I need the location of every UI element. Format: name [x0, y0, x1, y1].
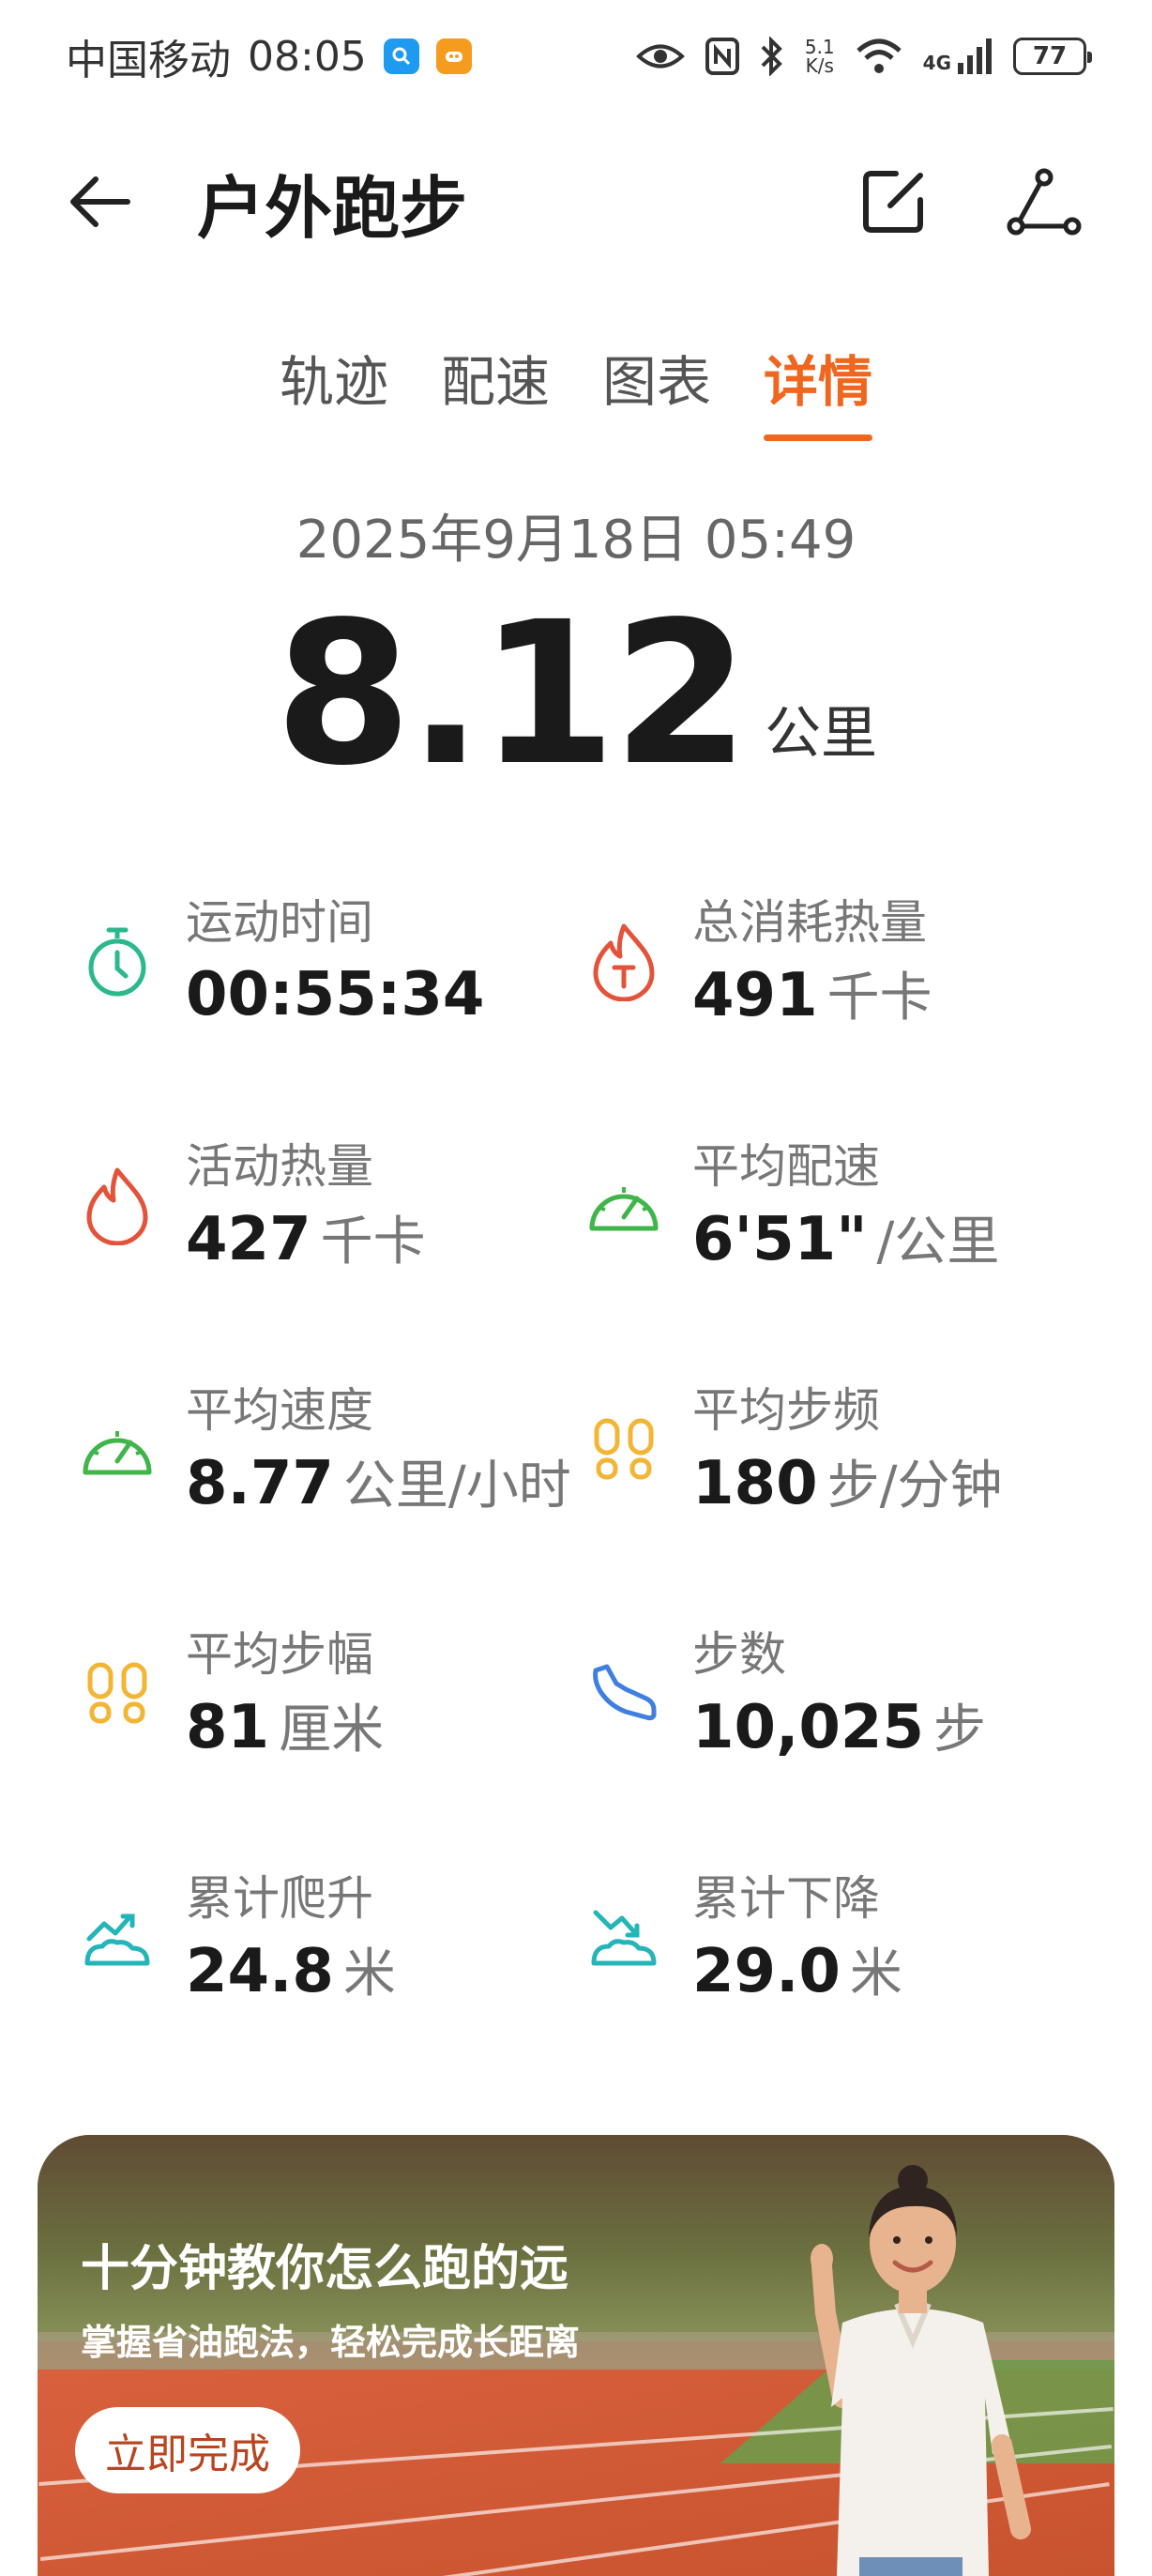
cellular-signal: 4G [923, 38, 993, 74]
header-actions [852, 160, 1086, 244]
descent-icon [572, 1886, 675, 1989]
stat-value: 180 [692, 1448, 818, 1518]
speedometer-icon [66, 1398, 169, 1501]
stat-unit: 公里/小时 [342, 1455, 571, 1517]
share-button[interactable] [1002, 160, 1086, 244]
stat-label: 累计下降 [692, 1870, 880, 1926]
shoe-icon [572, 1642, 675, 1745]
distance-summary: 8.12 公里 [0, 579, 1152, 809]
stat-label: 累计爬升 [186, 1870, 373, 1926]
wifi-icon [856, 38, 902, 73]
stat-value: 24.8 [186, 1936, 334, 2006]
network-speed: 5.1 K/s [805, 38, 835, 75]
signal-icon [958, 38, 992, 74]
stat-label: 运动时间 [186, 895, 373, 950]
tab-details[interactable]: 详情 [764, 338, 873, 441]
banner-cta-button[interactable]: 立即完成 [75, 2407, 300, 2493]
stat-unit: 步 [932, 1699, 986, 1761]
climb-icon [66, 1886, 169, 1989]
tab-track[interactable]: 轨迹 [280, 338, 388, 441]
stat-average-cadence: 平均步频 180 步/分钟 [572, 1370, 1098, 1530]
stat-average-pace: 平均配速 6'51"/公里 [572, 1126, 1098, 1286]
status-bar-right: 5.1 K/s 4G 77 [635, 37, 1092, 76]
edit-icon [863, 171, 923, 233]
banner-title: 十分钟教你怎么跑的远 [81, 2241, 569, 2297]
stat-label: 平均速度 [186, 1382, 373, 1438]
game-app-icon [435, 38, 472, 74]
stat-value: 8.77 [186, 1448, 334, 1518]
tab-pace[interactable]: 配速 [441, 338, 550, 441]
network-speed-value: 5.1 [804, 36, 835, 58]
stat-label: 平均步频 [692, 1382, 880, 1438]
tab-bar: 轨迹 配速 图表 详情 [0, 338, 1152, 441]
speedometer-icon [572, 1154, 675, 1258]
tab-charts[interactable]: 图表 [602, 338, 711, 441]
share-icon [1007, 168, 1082, 236]
eye-icon [635, 44, 685, 69]
footprints-icon [66, 1642, 169, 1745]
stat-value: 427 [186, 1204, 311, 1274]
stat-unit: 米 [849, 1943, 902, 2004]
stat-value: 6'51" [692, 1204, 868, 1274]
page-title: 户外跑步 [197, 168, 468, 248]
network-type: 4G [922, 52, 951, 74]
workout-datetime: 2025年9月18日 05:49 [296, 510, 856, 571]
stat-total-descent: 累计下降 29.0 米 [572, 1858, 1098, 2018]
flame-icon [66, 1154, 169, 1258]
battery-indicator: 77 [1013, 38, 1092, 75]
edit-button[interactable] [852, 160, 936, 244]
stat-label: 总消耗热量 [692, 894, 927, 950]
app-header: 户外跑步 [0, 141, 1152, 263]
distance-unit: 公里 [765, 701, 878, 767]
stat-unit: 米 [342, 1943, 396, 2004]
nfc-icon [705, 38, 739, 75]
search-app-icon [383, 38, 419, 74]
stat-total-calories: 总消耗热量 491 千卡 [572, 882, 1098, 1042]
stat-value: 81 [186, 1692, 270, 1762]
stat-steps: 步数 10,025 步 [572, 1614, 1098, 1774]
stat-average-stride: 平均步幅 81 厘米 [66, 1614, 572, 1774]
carrier-name: 中国移动 [66, 37, 231, 84]
stats-grid: 运动时间 00:55:34 总消耗热量 491 千卡 活动热量 427 千卡 平均配… [66, 882, 1098, 2018]
runner-illustration [811, 2165, 1031, 2576]
footprints-icon [572, 1398, 675, 1501]
stat-label: 平均步幅 [186, 1626, 373, 1682]
stat-value: 491 [692, 960, 818, 1030]
stat-unit: 步/分钟 [826, 1455, 1003, 1517]
stat-value: 10,025 [692, 1692, 924, 1762]
stat-unit: 千卡 [320, 1211, 426, 1273]
promo-banner[interactable]: 十分钟教你怎么跑的远 掌握省油跑法，轻松完成长距离 立即完成 [38, 2135, 1114, 2576]
battery-level: 77 [1032, 42, 1068, 70]
stat-unit: 千卡 [826, 967, 932, 1029]
network-speed-unit: K/s [805, 54, 834, 77]
bluetooth-icon [761, 37, 782, 76]
stat-label: 活动热量 [186, 1138, 373, 1194]
stat-value: 29.0 [692, 1936, 841, 2006]
stat-label: 步数 [692, 1626, 786, 1682]
stopwatch-icon [66, 910, 169, 1014]
stat-average-speed: 平均速度 8.77 公里/小时 [66, 1370, 572, 1530]
status-bar: 中国移动 08:05 5.1 K/s 4G 77 [0, 0, 1152, 113]
stat-workout-time: 运动时间 00:55:34 [66, 882, 572, 1042]
stat-unit: 厘米 [279, 1699, 385, 1761]
stat-total-climb: 累计爬升 24.8 米 [66, 1858, 572, 2018]
stat-value: 00:55:34 [186, 960, 485, 1029]
distance-value: 8.12 [274, 579, 750, 809]
stat-label: 平均配速 [692, 1138, 880, 1194]
clock: 08:05 [248, 32, 367, 81]
back-button[interactable] [66, 160, 150, 244]
status-bar-left: 中国移动 08:05 [66, 26, 472, 86]
stat-unit: /公里 [876, 1211, 1000, 1273]
banner-subtitle: 掌握省油跑法，轻松完成长距离 [81, 2322, 581, 2363]
arrow-left-icon [70, 176, 130, 227]
stat-active-calories: 活动热量 427 千卡 [66, 1126, 572, 1286]
total-calorie-icon [572, 910, 675, 1014]
